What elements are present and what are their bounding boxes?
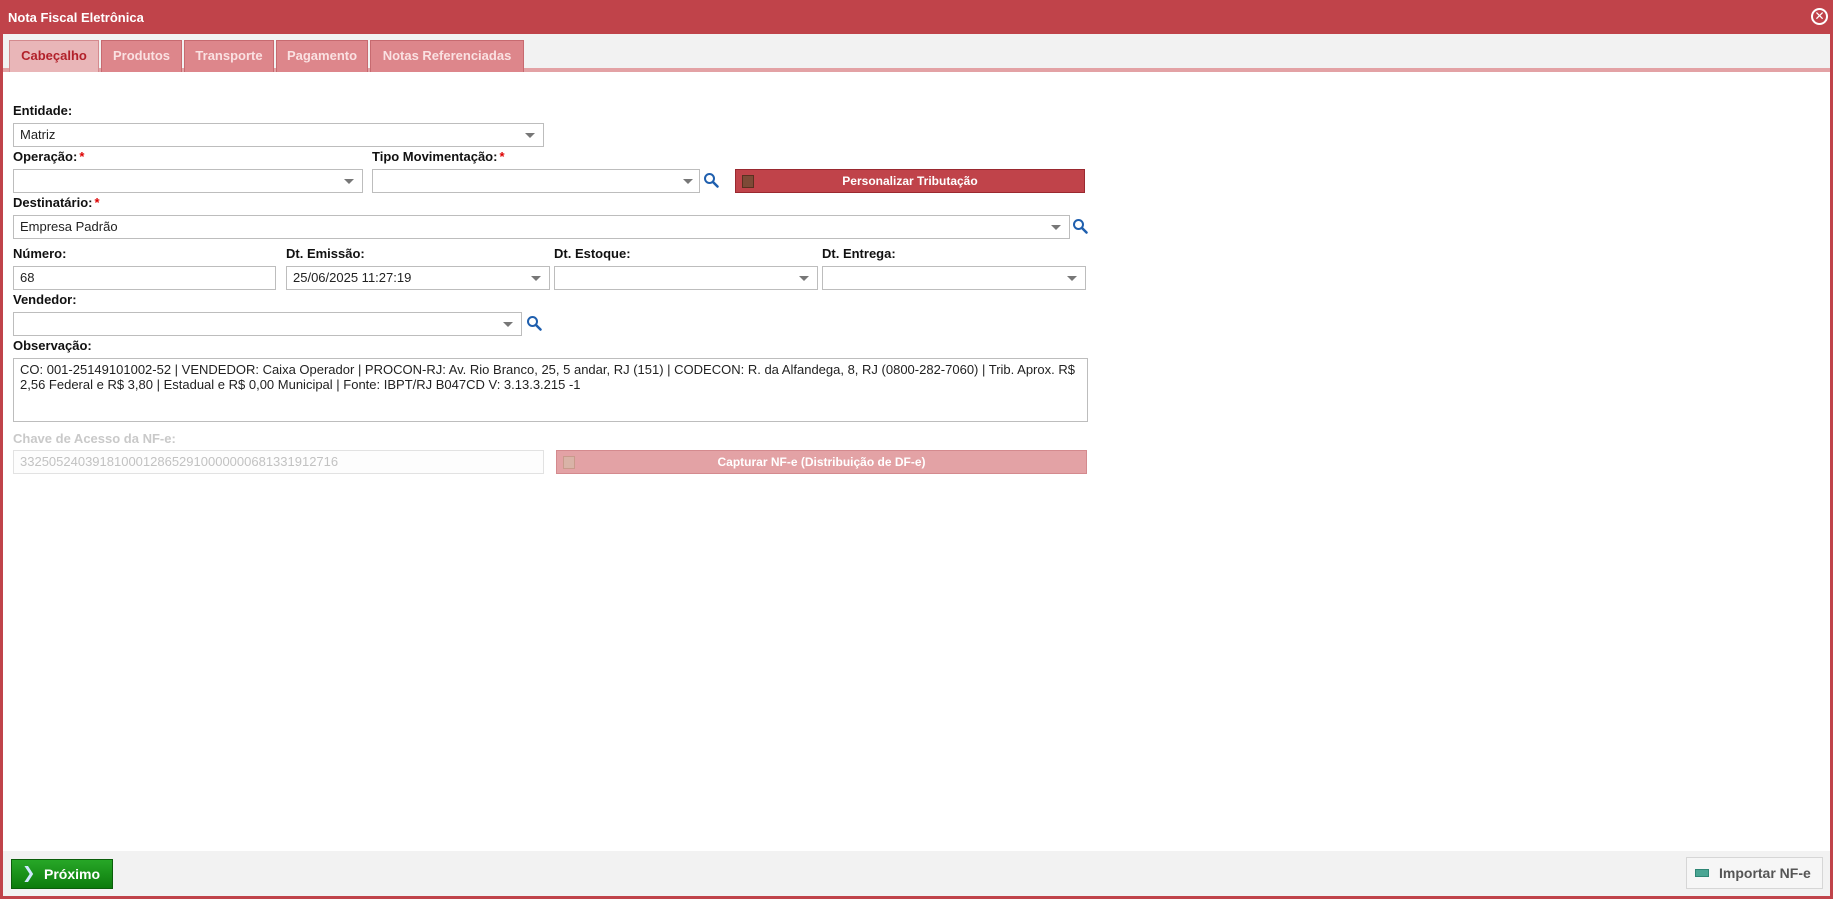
window-title: Nota Fiscal Eletrônica (8, 10, 144, 25)
calculator-icon (742, 175, 754, 188)
numero-label: Número: (13, 246, 67, 261)
dt-entrega-label: Dt. Entrega: (822, 246, 896, 261)
tab-pagamento[interactable]: Pagamento (276, 40, 368, 72)
chave-acesso-label: Chave de Acesso da NF-e: (13, 431, 176, 446)
entidade-value: Matriz (20, 127, 56, 142)
dt-emissao-value: 25/06/2025 11:27:19 (293, 270, 412, 285)
chave-acesso-input: 3325052403918100012865291000000068133191… (13, 450, 544, 474)
observacao-textarea[interactable]: CO: 001-25149101002-52 | VENDEDOR: Caixa… (13, 358, 1088, 422)
next-button[interactable]: ❯ Próximo (11, 859, 113, 889)
chevron-down-icon[interactable] (683, 179, 693, 184)
import-icon (1695, 869, 1709, 877)
tab-transporte[interactable]: Transporte (184, 40, 274, 72)
tab-produtos[interactable]: Produtos (101, 40, 182, 72)
import-nfe-button[interactable]: Importar NF-e (1686, 857, 1823, 889)
chevron-down-icon[interactable] (1067, 276, 1077, 281)
nfe-window: Nota Fiscal Eletrônica ✕ Cabeçalho Produ… (0, 0, 1833, 899)
operacao-select[interactable] (13, 169, 363, 193)
required-marker: * (499, 149, 505, 164)
chevron-down-icon[interactable] (525, 133, 535, 138)
personalizar-tributacao-label: Personalizar Tributação (842, 174, 978, 188)
tipo-movimentacao-label: Tipo Movimentação: * (372, 149, 505, 164)
destinatario-label-text: Destinatário: (13, 195, 93, 210)
dt-estoque-label: Dt. Estoque: (554, 246, 631, 261)
search-icon[interactable] (1072, 218, 1088, 234)
numero-input[interactable]: 68 (13, 266, 276, 290)
tipo-movimentacao-label-text: Tipo Movimentação: (372, 149, 498, 164)
import-nfe-label: Importar NF-e (1719, 865, 1811, 881)
next-button-label: Próximo (44, 866, 101, 882)
tab-bar: Cabeçalho Produtos Transporte Pagamento … (3, 34, 1830, 72)
chevron-down-icon[interactable] (799, 276, 809, 281)
footer-bar: ❯ Próximo Importar NF-e (3, 851, 1830, 896)
vendedor-label: Vendedor: (13, 292, 77, 307)
tipo-movimentacao-select[interactable] (372, 169, 700, 193)
title-bar: Nota Fiscal Eletrônica ✕ (0, 0, 1833, 34)
close-icon[interactable]: ✕ (1811, 8, 1828, 25)
vendedor-select[interactable] (13, 312, 522, 336)
required-marker: * (94, 195, 100, 210)
destinatario-select[interactable]: Empresa Padrão (13, 215, 1070, 239)
operacao-label-text: Operação: (13, 149, 78, 164)
download-icon (563, 456, 575, 469)
dt-estoque-picker[interactable] (554, 266, 818, 290)
destinatario-label: Destinatário: * (13, 195, 100, 210)
chevron-down-icon[interactable] (503, 322, 513, 327)
chevron-right-icon: ❯ (22, 865, 36, 882)
dt-emissao-picker[interactable]: 25/06/2025 11:27:19 (286, 266, 550, 290)
chevron-down-icon[interactable] (1051, 225, 1061, 230)
chevron-down-icon[interactable] (344, 179, 354, 184)
search-icon[interactable] (526, 315, 542, 331)
observacao-label: Observação: (13, 338, 92, 353)
tab-cabecalho[interactable]: Cabeçalho (9, 40, 99, 72)
dt-emissao-label: Dt. Emissão: (286, 246, 365, 261)
chevron-down-icon[interactable] (531, 276, 541, 281)
tab-notas-referenciadas[interactable]: Notas Referenciadas (370, 40, 524, 72)
capturar-nfe-label: Capturar NF-e (Distribuição de DF-e) (717, 455, 926, 469)
dt-entrega-picker[interactable] (822, 266, 1086, 290)
entidade-select[interactable]: Matriz (13, 123, 544, 147)
personalizar-tributacao-button[interactable]: Personalizar Tributação (735, 169, 1085, 193)
search-icon[interactable] (703, 172, 719, 188)
required-marker: * (79, 149, 85, 164)
destinatario-value: Empresa Padrão (20, 219, 118, 234)
entidade-label: Entidade: (13, 103, 73, 118)
capturar-nfe-button: Capturar NF-e (Distribuição de DF-e) (556, 450, 1087, 474)
operacao-label: Operação: * (13, 149, 84, 164)
